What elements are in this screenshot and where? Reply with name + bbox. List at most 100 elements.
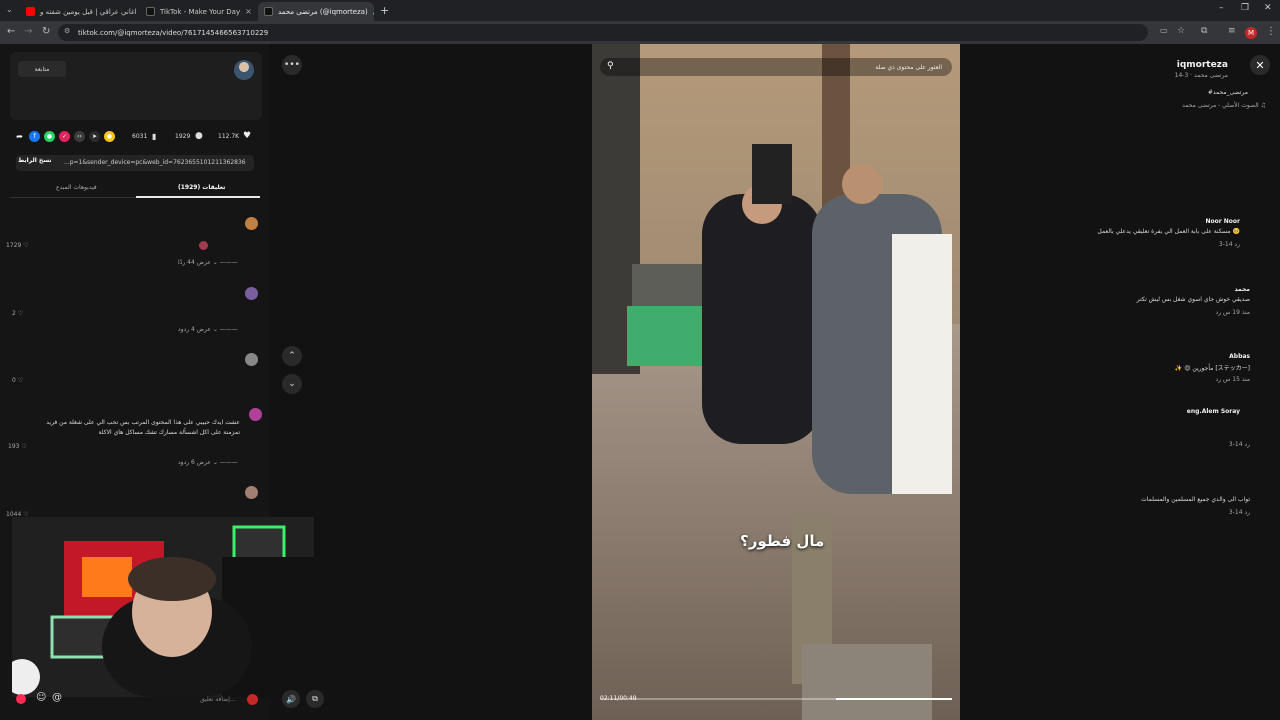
close-tab-icon[interactable]: × [245, 7, 252, 16]
url-text: tiktok.com/@iqmorteza/video/761714546656… [78, 28, 269, 37]
tiktok-favicon-icon [146, 7, 155, 16]
view-replies[interactable]: عرض 44 ردًا ⌄ ——— [178, 259, 238, 266]
video-caption: مال فطور؟ [740, 532, 825, 550]
tab-comments[interactable]: تعليقات (1929) [178, 184, 225, 191]
share-link-text: ...p=1&sender_device=pc&web_id=762365510… [64, 159, 246, 166]
webcam-feed [12, 517, 314, 697]
comment-meta[interactable]: 3-14 رد [1219, 241, 1240, 248]
comment-user[interactable]: Abbas [1229, 353, 1250, 360]
share-icons-row: ➦ f ● ✓ ‹› ➤ ● [14, 131, 115, 142]
tab-title: TikTok - Make Your Day [160, 7, 241, 16]
comment-bubble-icon[interactable]: ● [195, 131, 203, 141]
video-player[interactable] [592, 44, 960, 720]
tab-title: اغاني عراقي | قبل يومين شفته و... [40, 7, 136, 16]
window-close-icon[interactable]: ✕ [1264, 3, 1272, 13]
record-indicator-icon [16, 694, 26, 704]
more-options-icon[interactable]: ••• [282, 55, 302, 75]
next-video-chevron-down-icon[interactable]: ⌄ [282, 374, 302, 394]
browser-menu-icon[interactable]: ⋮ [1266, 26, 1276, 37]
comment-likes[interactable]: 1729 ♡ [6, 242, 29, 249]
comment-likes[interactable]: 2 ♡ [12, 310, 23, 317]
emoji-icon[interactable]: ☺ [36, 692, 46, 703]
telegram-icon[interactable]: ● [104, 131, 115, 142]
video-progress-fill [836, 698, 952, 700]
comment-user[interactable]: Noor Noor [1205, 218, 1240, 225]
site-info-icon[interactable]: ⚙ [64, 27, 70, 35]
likes-count: 112.7K [218, 133, 240, 140]
author-avatar[interactable] [234, 60, 254, 80]
whatsapp-icon[interactable]: ● [44, 131, 55, 142]
new-tab-button[interactable]: + [380, 4, 389, 17]
share-arrow-icon[interactable]: ➦ [14, 131, 25, 142]
author-username[interactable]: iqmorteza [1177, 60, 1228, 70]
browser-tab-2[interactable]: TikTok - Make Your Day × [140, 2, 256, 21]
cast-icon[interactable]: ▭ [1160, 26, 1168, 35]
extensions-icon[interactable]: ⧉ [1201, 26, 1207, 36]
comment-meta[interactable]: 3-14 رد [1229, 509, 1250, 516]
view-replies[interactable]: عرض 4 ردود ⌄ ——— [178, 326, 238, 333]
reading-list-icon[interactable]: ≡ [1228, 26, 1236, 36]
reload-icon[interactable]: ↻ [42, 26, 50, 37]
profile-avatar[interactable]: M [1245, 27, 1257, 39]
pinterest-icon[interactable]: ✓ [59, 131, 70, 142]
tab-active-indicator [136, 196, 260, 198]
restore-icon[interactable]: ❐ [1241, 3, 1249, 13]
follow-button[interactable]: متابعة [18, 61, 66, 77]
comment-text: عشت ايدك حبيبي على هذا المحتوى المرتب بس… [46, 419, 240, 436]
comment-input[interactable]: إضافة تعليق... [200, 696, 236, 703]
comments-count: 1929 [175, 133, 191, 140]
comment-avatar[interactable] [245, 486, 258, 499]
post-comment-icon[interactable] [247, 694, 258, 705]
tab-search-icon[interactable]: ⌄ [6, 5, 13, 14]
tiktok-favicon-icon [264, 7, 273, 16]
search-icon[interactable]: ⚲ [607, 61, 614, 71]
comment-meta[interactable]: 3-14 رد [1229, 441, 1250, 448]
comment-text: صديقي خوش جاي اسوي شغل بس ليش تكتر [1136, 296, 1250, 303]
sound-row[interactable]: الصوت الأصلي - مرتضى محمد ♫ [1182, 102, 1266, 109]
comment-avatar[interactable] [245, 353, 258, 366]
minimize-icon[interactable]: – [1219, 3, 1224, 13]
comment-meta[interactable]: منذ 19 س رد [1216, 309, 1250, 316]
comment-text: ثواب الى والدي جميع المسلمين والمسلمات [1141, 496, 1250, 503]
volume-icon[interactable]: 🔊 [282, 690, 300, 708]
comment-user[interactable]: محمد [1234, 286, 1250, 293]
forward-icon[interactable]: → [24, 26, 32, 37]
comment-likes[interactable]: 193 ♡ [8, 443, 27, 450]
bookmark-star-icon[interactable]: ☆ [1177, 26, 1185, 36]
facebook-icon[interactable]: f [29, 131, 40, 142]
comment-text: ✨ 😍 مأجورين [ステッカー] [1174, 365, 1250, 372]
audio-playing-icon[interactable]: 🔊 [373, 8, 374, 16]
hashtag[interactable]: #مرتضى_محمد [1208, 89, 1248, 96]
comment-avatar[interactable] [249, 408, 262, 421]
view-replies[interactable]: عرض 6 ردود ⌄ ——— [178, 459, 238, 466]
video-time: 02:11/00:49 [600, 695, 637, 702]
browser-tab-1[interactable]: اغاني عراقي | قبل يومين شفته و... × [20, 2, 136, 21]
embed-icon[interactable]: ‹› [74, 131, 85, 142]
back-icon[interactable]: ← [7, 26, 15, 37]
comment-text: مسكنة على بابة العمل الي يفرة تعليقي يدع… [1097, 228, 1240, 235]
sound-label: الصوت الأصلي - مرتضى محمد [1182, 102, 1259, 109]
comment-user[interactable]: eng.Alem Soray [1187, 408, 1240, 415]
comment-avatar[interactable] [245, 287, 258, 300]
youtube-favicon-icon [26, 7, 35, 16]
mention-icon[interactable]: @ [52, 692, 62, 703]
saves-count: 6031 [132, 133, 148, 140]
tab-title: مرتضى محمد (@iqmorteza) [278, 7, 368, 16]
bookmark-icon[interactable]: ▮ [152, 132, 156, 141]
creator-liked-avatar [199, 241, 208, 250]
send-icon[interactable]: ➤ [89, 131, 100, 142]
comment-avatar[interactable] [245, 217, 258, 230]
music-note-icon: ♫ [1260, 102, 1266, 109]
webcam-overlay [12, 517, 314, 697]
related-content-search-input[interactable]: العثور على محتوى ذي صلة [600, 58, 952, 76]
like-heart-icon[interactable]: ♥ [243, 131, 251, 141]
tab-creator-videos[interactable]: فيديوهات المبدع [56, 184, 97, 191]
close-video-icon[interactable]: ✕ [1250, 55, 1270, 75]
browser-tab-3[interactable]: مرتضى محمد (@iqmorteza) 🔊 × [258, 2, 374, 21]
address-bar[interactable]: ⚙ tiktok.com/@iqmorteza/video/7617145466… [58, 24, 1148, 41]
picture-in-picture-icon[interactable]: ⧉ [306, 690, 324, 708]
copy-link-button[interactable]: نسخ الرابط [18, 157, 52, 164]
comment-likes[interactable]: 0 ♡ [12, 377, 23, 384]
comment-meta[interactable]: منذ 15 س رد [1216, 376, 1250, 383]
previous-video-chevron-up-icon[interactable]: ⌃ [282, 346, 302, 366]
